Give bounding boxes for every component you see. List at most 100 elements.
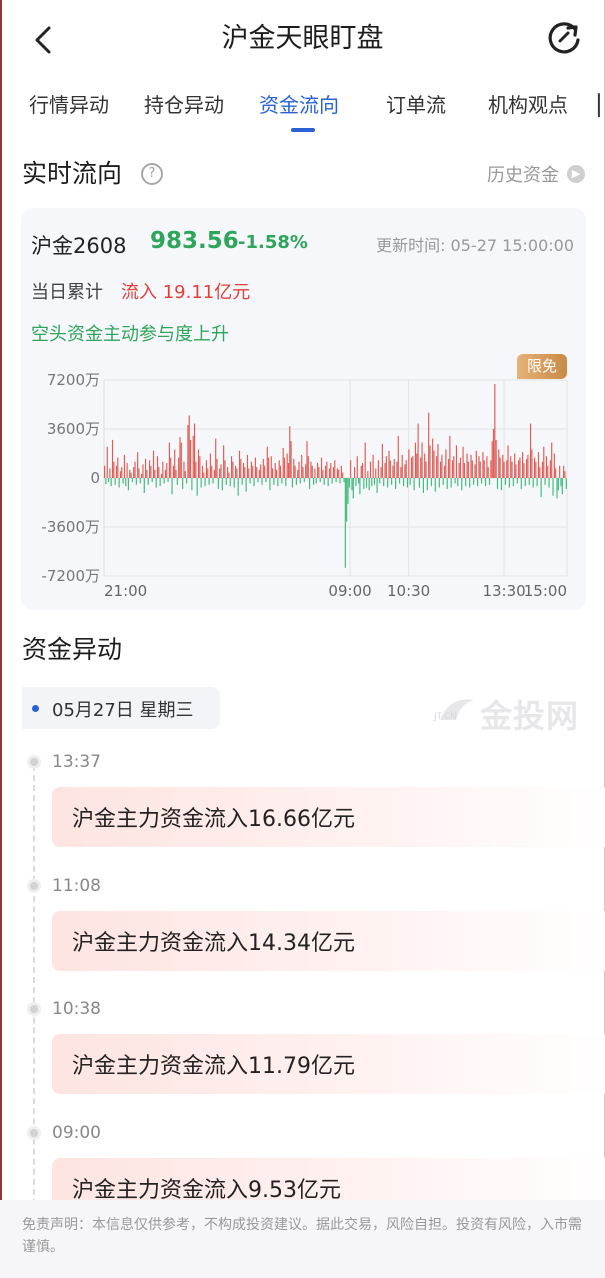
tab-order-flow[interactable]: 订单流 [386, 90, 446, 120]
alert-card[interactable]: 沪金主力资金流入16.66亿元 [52, 787, 605, 847]
outflow-bar [540, 478, 542, 498]
inflow-bar [115, 465, 118, 478]
inflow-bar [174, 449, 176, 478]
inflow-bar [306, 441, 308, 478]
tab-position-moves[interactable]: 持仓异动 [144, 90, 224, 120]
outflow-bar [319, 478, 321, 483]
tab-fund-flow[interactable]: 资金流向 [259, 90, 339, 120]
inflow-bar [164, 469, 167, 478]
inflow-bar [563, 465, 565, 478]
inflow-bar [126, 463, 128, 478]
inflow-bar [514, 453, 516, 478]
instrument-price: 983.56 [150, 228, 239, 254]
inflow-bar [392, 465, 394, 478]
outflow-bar [379, 478, 381, 484]
left-edge [0, 0, 2, 1278]
outflow-bar [373, 478, 376, 485]
inflow-bar [372, 454, 374, 478]
refresh-button[interactable] [545, 20, 583, 58]
outflow-bar [556, 478, 558, 499]
inflow-bar [133, 467, 135, 478]
alert-card[interactable]: 沪金主力资金流入11.79亿元 [52, 1034, 605, 1094]
outflow-bar [536, 478, 538, 487]
help-icon[interactable]: ? [141, 163, 163, 185]
inflow-bar [320, 457, 323, 478]
inflow-bar [388, 450, 390, 478]
inflow-bar [553, 453, 555, 478]
outflow-bar [261, 478, 263, 485]
inflow-bar [154, 469, 156, 478]
inflow-bar [525, 458, 528, 478]
inflow-bar [503, 461, 505, 478]
inflow-bar [324, 465, 327, 478]
inflow-bar [490, 460, 492, 478]
inflow-bar [252, 465, 254, 478]
outflow-bar [186, 478, 188, 484]
inflow-bar [123, 454, 126, 478]
inflow-bar [205, 460, 208, 478]
tab-more-partial[interactable]: ▏ [598, 90, 605, 120]
inflow-bar [518, 460, 520, 478]
inflow-bar [189, 439, 192, 478]
outflow-bar [348, 478, 350, 488]
inflow-bar [172, 465, 174, 478]
alert-card[interactable]: 沪金主力资金流入14.34亿元 [52, 911, 605, 971]
inflow-bar [209, 453, 211, 478]
inflow-bar [224, 460, 226, 478]
inflow-bar [529, 423, 532, 478]
outflow-bar [484, 478, 487, 487]
inflow-bar [141, 473, 143, 478]
inflow-bar [483, 460, 485, 478]
inflow-bar [385, 456, 387, 478]
inflow-bar [168, 442, 170, 478]
outflow-bar [143, 478, 145, 493]
inflow-bar [440, 461, 442, 478]
outflow-bar [233, 478, 235, 488]
inflow-bar [350, 460, 352, 478]
outflow-bar [406, 478, 409, 488]
inflow-bar [266, 446, 268, 478]
outflow-bar [481, 478, 483, 484]
outflow-bar [182, 478, 184, 489]
inflow-bar [433, 450, 435, 478]
inflow-bar [104, 465, 106, 478]
x-tick-label: 13:30 [482, 582, 525, 600]
outflow-bar [357, 478, 360, 484]
outflow-bar [315, 478, 317, 484]
inflow-bar [420, 457, 422, 478]
inflow-bar [178, 457, 180, 478]
inflow-bar [459, 457, 462, 478]
inflow-bar [360, 465, 362, 478]
inflow-bar [492, 429, 495, 478]
tab-market-moves[interactable]: 行情异动 [29, 90, 109, 120]
update-time: 更新时间: 05-27 15:00:00 [376, 236, 574, 255]
flow-note: 空头资金主动参与度上升 [31, 324, 229, 345]
outflow-bar [135, 478, 137, 485]
tab-bar: 行情异动 持仓异动 资金流向 订单流 机构观点 ▏ [0, 84, 605, 134]
outflow-bar [327, 478, 329, 487]
inflow-bar [145, 458, 147, 478]
outflow-bar [488, 478, 491, 485]
outflow-bar [331, 478, 333, 484]
inflow-bar [179, 437, 181, 478]
outflow-bar [508, 478, 510, 488]
inflow-bar [487, 467, 489, 478]
watermark-subtext: JT.CN [434, 712, 457, 722]
inflow-bar [282, 448, 284, 478]
outflow-bar [387, 478, 389, 488]
history-fund-link[interactable]: 历史资金 ▶ [487, 160, 585, 188]
outflow-bar [204, 478, 206, 487]
outflow-bar [504, 478, 506, 485]
outflow-bar [561, 478, 563, 495]
inflow-bar [180, 442, 182, 478]
inflow-bar [414, 442, 417, 478]
cumulative-value: 流入 19.11亿元 [121, 282, 251, 303]
inflow-bar [201, 465, 204, 478]
inflow-bar [106, 446, 108, 478]
top-nav-bar: 沪金天眼盯盘 [0, 0, 605, 78]
tab-institution-views[interactable]: 机构观点 [488, 90, 568, 120]
inflow-bar [215, 438, 217, 478]
inflow-bar [283, 457, 286, 478]
inflow-bar [234, 465, 237, 478]
inflow-bar [364, 442, 366, 478]
